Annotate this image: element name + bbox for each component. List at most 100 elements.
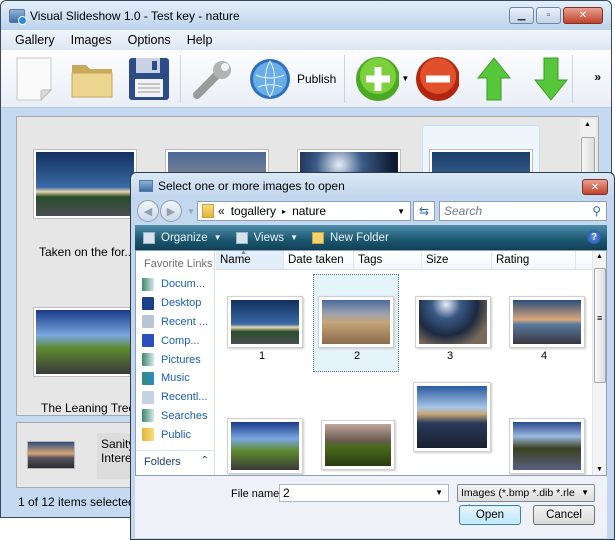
toolbar: Publish ▼ » xyxy=(1,50,611,108)
file-thumbnail xyxy=(413,382,491,452)
gallery-caption: The Leaning Tree xyxy=(41,401,136,415)
cancel-button[interactable]: Cancel xyxy=(533,505,595,525)
favorite-desktop[interactable]: Desktop xyxy=(136,294,214,313)
address-bar[interactable]: « togallery ▸ nature ▼ xyxy=(197,201,411,221)
favorite-pictures[interactable]: Pictures xyxy=(136,350,214,369)
file-thumbnail xyxy=(227,296,303,348)
menu-gallery[interactable]: Gallery xyxy=(7,33,63,47)
favorite-recently-changed[interactable]: Recentl... xyxy=(136,388,214,407)
views-button[interactable]: Views ▼ xyxy=(235,231,298,244)
search-input[interactable]: Search ⚲ xyxy=(439,201,607,221)
publish-button[interactable] xyxy=(248,55,292,103)
dialog-title-bar: Select one or more images to open ✕ xyxy=(131,173,614,199)
file-item-selected[interactable]: 2 xyxy=(313,274,399,372)
breadcrumb-overflow[interactable]: « xyxy=(218,204,225,218)
refresh-button[interactable]: ⇆ xyxy=(413,201,435,221)
save-button[interactable] xyxy=(127,55,171,103)
file-type-select[interactable]: Images (*.bmp *.dib *.rle *.jpg▼ xyxy=(457,484,595,515)
move-down-button[interactable] xyxy=(529,55,573,103)
add-button[interactable] xyxy=(355,55,400,103)
favorite-music[interactable]: Music xyxy=(136,369,214,388)
breadcrumb-separator-icon[interactable]: ▸ xyxy=(282,207,286,216)
breadcrumb-togallery[interactable]: togallery xyxy=(231,204,276,218)
file-thumbnail xyxy=(318,296,394,348)
folder-icon xyxy=(202,204,214,218)
fav-label: Docum... xyxy=(161,278,206,291)
searches-icon xyxy=(142,409,154,423)
grip-icon: ≡ xyxy=(597,313,603,323)
fav-label: Searches xyxy=(161,409,208,422)
maximize-button[interactable]: ▫ xyxy=(536,7,561,24)
file-label: 1 xyxy=(258,350,266,362)
move-up-button[interactable] xyxy=(472,55,516,103)
search-icon[interactable]: ⚲ xyxy=(592,204,601,218)
dialog-close-button[interactable]: ✕ xyxy=(582,179,608,195)
breadcrumb-nature[interactable]: nature xyxy=(292,204,326,218)
recent-pages-dropdown-icon[interactable]: ▼ xyxy=(187,207,195,216)
gallery-item[interactable] xyxy=(33,149,137,219)
details-thumbnail xyxy=(27,441,75,469)
new-folder-button[interactable]: New Folder xyxy=(311,231,389,244)
address-dropdown-icon[interactable]: ▼ xyxy=(397,207,405,216)
gallery-item[interactable] xyxy=(33,307,137,377)
open-folder-icon xyxy=(71,64,113,97)
fav-label: Pictures xyxy=(161,353,201,366)
file-label: 2 xyxy=(353,350,361,362)
favorite-computer[interactable]: Comp... xyxy=(136,331,214,350)
file-item[interactable] xyxy=(407,382,493,475)
file-item[interactable] xyxy=(313,396,399,475)
column-name[interactable]: Name ▲ xyxy=(216,249,284,269)
favorite-documents[interactable]: Docum... xyxy=(136,275,214,294)
favorite-recent-places[interactable]: Recent ... xyxy=(136,313,214,332)
file-item[interactable]: 3 xyxy=(407,274,493,372)
favorites-header: Favorite Links xyxy=(144,258,213,270)
filename-value: 2 xyxy=(283,486,290,500)
new-button[interactable] xyxy=(13,55,57,103)
column-size[interactable]: Size xyxy=(422,251,492,269)
column-tags[interactable]: Tags xyxy=(354,251,422,269)
computer-icon xyxy=(142,334,154,348)
back-button[interactable]: ◀ xyxy=(137,200,159,222)
favorite-searches[interactable]: Searches xyxy=(136,407,214,426)
minimize-button[interactable]: ▁ xyxy=(509,7,534,24)
scroll-up-icon[interactable]: ▲ xyxy=(596,253,603,260)
file-item[interactable]: 4 xyxy=(501,274,587,372)
remove-button[interactable] xyxy=(415,55,460,103)
scroll-up-icon[interactable]: ▲ xyxy=(584,121,591,128)
menu-images[interactable]: Images xyxy=(63,33,120,47)
favorite-public[interactable]: Public xyxy=(136,425,214,444)
scrollbar-thumb[interactable]: ≡ xyxy=(594,268,606,383)
open-button[interactable] xyxy=(70,55,114,103)
fav-label: Desktop xyxy=(161,297,202,310)
close-icon: ✕ xyxy=(590,181,600,193)
fav-label: Recentl... xyxy=(161,391,208,404)
column-headers: Name ▲ Date taken Tags Size Rating xyxy=(216,249,596,270)
fav-label: Recent ... xyxy=(161,315,209,328)
organize-button[interactable]: Organize ▼ xyxy=(143,231,222,244)
menu-options[interactable]: Options xyxy=(120,33,179,47)
file-list-scrollbar[interactable]: ▲ ≡ ▼ xyxy=(592,251,606,475)
scroll-down-icon[interactable]: ▼ xyxy=(596,466,603,473)
file-item[interactable] xyxy=(501,396,587,475)
column-date-taken[interactable]: Date taken xyxy=(284,251,354,269)
column-label: Size xyxy=(426,254,449,266)
folders-toggle[interactable]: Folders ⌃ xyxy=(136,450,215,472)
organize-icon xyxy=(143,231,155,244)
filename-input[interactable]: 2 ▼ xyxy=(279,484,449,502)
close-button[interactable]: ✕ xyxy=(563,7,603,24)
help-button[interactable]: ? xyxy=(587,230,601,244)
wrench-icon xyxy=(193,60,231,99)
settings-button[interactable] xyxy=(191,55,235,103)
pictures-icon xyxy=(142,353,154,367)
file-item[interactable] xyxy=(219,396,305,475)
close-icon: ✕ xyxy=(578,10,588,21)
open-button[interactable]: Open xyxy=(459,505,521,525)
column-rating[interactable]: Rating xyxy=(492,251,576,269)
publish-label[interactable]: Publish xyxy=(297,72,336,86)
menu-help[interactable]: Help xyxy=(179,33,221,47)
toolbar-overflow-button[interactable]: » xyxy=(594,70,601,84)
dropdown-arrow-icon[interactable]: ▼ xyxy=(435,485,443,501)
forward-button[interactable]: ▶ xyxy=(160,200,182,222)
add-dropdown-icon[interactable]: ▼ xyxy=(401,74,409,83)
file-item[interactable]: 1 xyxy=(219,274,305,372)
